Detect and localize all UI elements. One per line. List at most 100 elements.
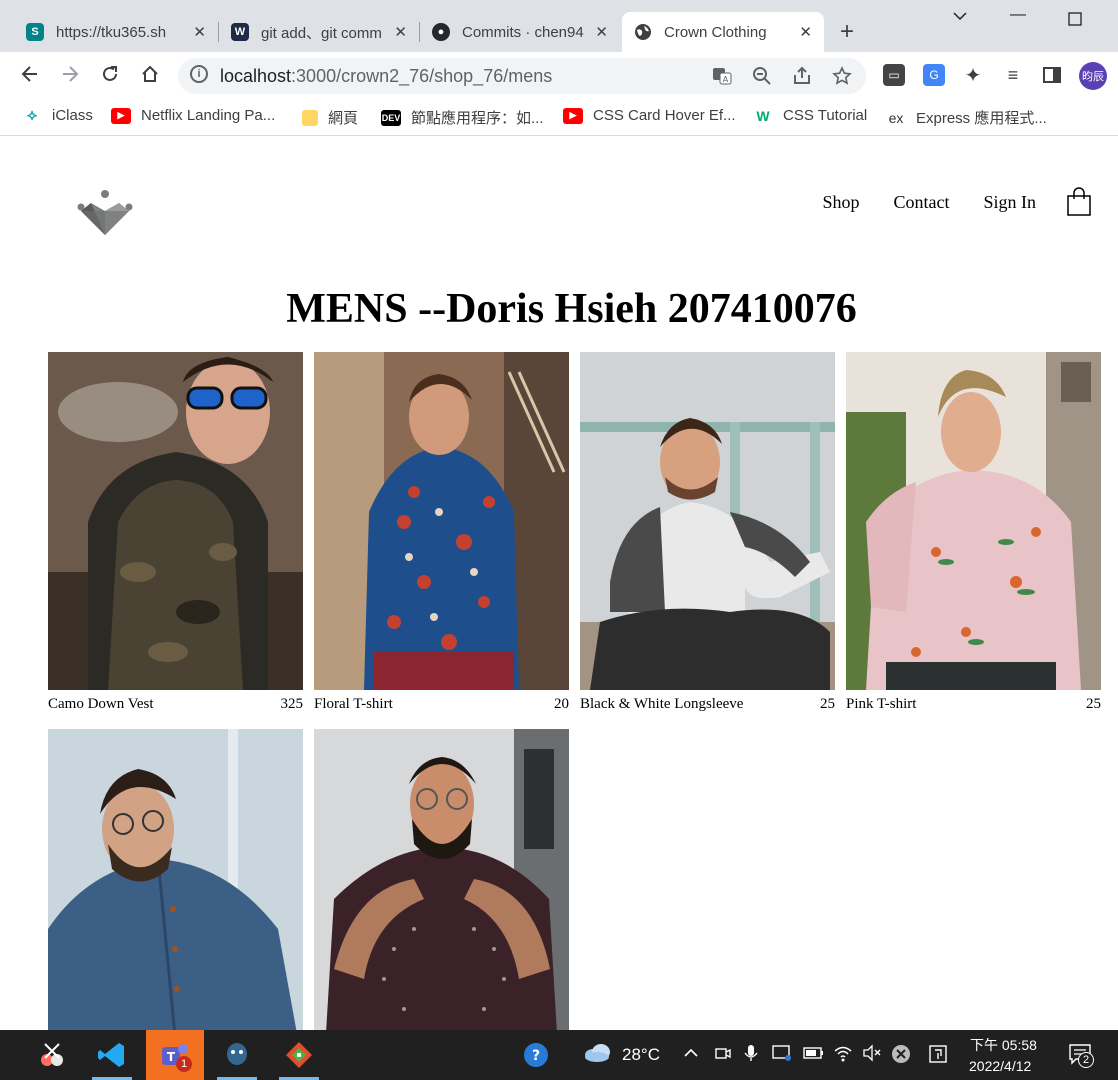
side-panel-icon[interactable] xyxy=(1041,64,1063,86)
address-bar[interactable]: i localhost:3000/crown2_76/shop_76/mens … xyxy=(178,58,866,94)
product-card[interactable]: Pink T-shirt 25 xyxy=(846,352,1101,713)
translate-icon[interactable]: A xyxy=(712,66,732,91)
page-viewport: Shop Contact Sign In MENS --Doris Hsieh … xyxy=(3,137,1118,1030)
product-footer: Floral T-shirt 20 xyxy=(314,696,569,713)
express-icon: ex xyxy=(888,109,904,126)
close-icon[interactable]: ✕ xyxy=(595,23,608,41)
notification-count-badge: 2 xyxy=(1078,1052,1094,1068)
git-icon: W xyxy=(231,23,249,41)
bookmark-item[interactable]: ⟡ iClass xyxy=(22,107,93,125)
tab-title: git add、git comm xyxy=(261,24,382,42)
product-card[interactable]: Camo Down Vest 325 xyxy=(48,352,303,713)
volume-muted-icon[interactable] xyxy=(862,1044,882,1067)
product-name: Pink T-shirt xyxy=(846,696,917,712)
line-extension-icon[interactable]: ▭ xyxy=(883,64,905,86)
home-icon[interactable] xyxy=(140,64,160,90)
back-icon[interactable] xyxy=(20,64,40,90)
teams-icon[interactable]: T 1 xyxy=(146,1030,204,1080)
dev-icon: DEV xyxy=(381,109,401,126)
close-icon[interactable]: ✕ xyxy=(799,23,812,41)
crown-logo-icon[interactable] xyxy=(75,189,135,237)
bookmark-item[interactable]: DEV 節點應用程序：如... xyxy=(381,107,544,128)
product-card[interactable] xyxy=(48,729,303,1030)
screen-share-icon[interactable] xyxy=(772,1044,792,1067)
product-card[interactable]: Floral T-shirt 20 xyxy=(314,352,569,713)
product-card[interactable]: Black & White Longsleeve 25 xyxy=(580,352,835,713)
product-image[interactable] xyxy=(48,352,303,690)
clock-date[interactable]: 2022/4/12 xyxy=(969,1058,1031,1074)
product-image[interactable] xyxy=(314,729,569,1030)
extensions-icon[interactable]: ✦ xyxy=(962,64,984,87)
bookmark-label: Express 應用程式... xyxy=(916,110,1047,127)
url-host: localhost xyxy=(220,66,292,86)
page-title: MENS --Doris Hsieh 207410076 xyxy=(286,286,857,332)
microphone-icon[interactable] xyxy=(742,1044,760,1067)
status-x-icon[interactable] xyxy=(891,1044,911,1069)
minimize-icon[interactable]: — xyxy=(1010,6,1026,24)
product-name: Black & White Longsleeve xyxy=(580,696,744,712)
bookmarks-bar: ⟡ iClass ▶ Netflix Landing Pa... 網頁 DEV … xyxy=(0,100,1118,136)
snipping-tool-icon[interactable] xyxy=(28,1030,76,1080)
browser-tab-active[interactable]: Crown Clothing ✕ xyxy=(622,12,824,52)
tray-expand-icon[interactable] xyxy=(682,1044,700,1067)
bookmark-item[interactable]: ▶ Netflix Landing Pa... xyxy=(111,107,275,124)
star-icon[interactable] xyxy=(832,66,852,91)
bookmark-item[interactable]: 網頁 xyxy=(302,107,358,128)
product-price: 25 xyxy=(820,696,835,712)
battery-icon[interactable] xyxy=(803,1044,825,1067)
bookmark-label: iClass xyxy=(52,107,93,124)
nav-contact-link[interactable]: Contact xyxy=(893,192,949,213)
product-card[interactable] xyxy=(314,729,569,1030)
shopping-bag-icon[interactable] xyxy=(1066,187,1092,217)
bookmark-item[interactable]: ex Express 應用程式... xyxy=(886,107,1047,128)
postgresql-icon[interactable] xyxy=(213,1030,261,1080)
reload-icon[interactable] xyxy=(100,64,120,90)
product-image[interactable] xyxy=(314,352,569,690)
new-tab-icon[interactable]: + xyxy=(840,18,854,46)
nav-shop-link[interactable]: Shop xyxy=(822,192,859,213)
product-image[interactable] xyxy=(48,729,303,1030)
taskbar: T 1 ? 28°C 下午 05:58 2022/4/12 2 xyxy=(0,1030,1118,1080)
profile-avatar[interactable]: 昀辰 xyxy=(1079,62,1107,90)
nav-sign-in-link[interactable]: Sign In xyxy=(983,192,1036,213)
weather-cloud-icon[interactable] xyxy=(583,1042,611,1069)
bookmark-label: 網頁 xyxy=(328,110,359,127)
bookmark-item[interactable]: W CSS Tutorial xyxy=(753,107,867,124)
chevron-down-icon[interactable] xyxy=(952,8,968,29)
info-icon[interactable]: i xyxy=(190,65,208,83)
wifi-icon[interactable] xyxy=(833,1044,853,1067)
forward-icon[interactable] xyxy=(60,64,80,90)
close-icon[interactable]: ✕ xyxy=(193,23,206,41)
share-icon[interactable] xyxy=(792,66,812,91)
help-icon[interactable]: ? xyxy=(512,1030,560,1080)
sharepoint-icon: S xyxy=(26,23,44,41)
notification-center-icon[interactable]: 2 xyxy=(1068,1043,1094,1070)
product-footer: Pink T-shirt 25 xyxy=(846,696,1101,713)
bookmark-label: 節點應用程序：如... xyxy=(411,110,544,127)
product-image[interactable] xyxy=(846,352,1101,690)
camera-icon[interactable] xyxy=(714,1044,732,1067)
google-translate-icon[interactable]: G xyxy=(923,64,945,86)
vscode-icon[interactable] xyxy=(88,1030,136,1080)
close-icon[interactable]: ✕ xyxy=(394,23,407,41)
product-image[interactable] xyxy=(580,352,835,690)
url-text[interactable]: localhost:3000/crown2_76/shop_76/mens xyxy=(220,66,552,87)
browser-tab[interactable]: S https://tku365.sh ✕ xyxy=(14,12,218,52)
browser-tab[interactable]: ● Commits · chen94 ✕ xyxy=(420,12,620,52)
browser-toolbar: i localhost:3000/crown2_76/shop_76/mens … xyxy=(0,52,1118,100)
bookmark-label: Netflix Landing Pa... xyxy=(141,107,276,124)
clock-time[interactable]: 下午 05:58 xyxy=(970,1035,1037,1055)
zoom-icon[interactable] xyxy=(752,66,772,91)
browser-tab[interactable]: W git add、git comm ✕ xyxy=(219,12,419,52)
input-method-icon[interactable] xyxy=(928,1044,948,1069)
svg-text:A: A xyxy=(723,75,729,84)
maximize-icon[interactable] xyxy=(1068,12,1082,31)
tab-title: Crown Clothing xyxy=(664,23,767,41)
tab-title: Commits · chen94 xyxy=(462,23,584,41)
weather-temperature[interactable]: 28°C xyxy=(622,1045,660,1065)
product-footer: Black & White Longsleeve 25 xyxy=(580,696,835,713)
git-gui-icon[interactable] xyxy=(275,1030,323,1080)
site-nav: Shop Contact Sign In xyxy=(788,187,1092,217)
media-control-icon[interactable]: ≡ xyxy=(1002,64,1024,86)
bookmark-item[interactable]: ▶ CSS Card Hover Ef... xyxy=(563,107,736,124)
